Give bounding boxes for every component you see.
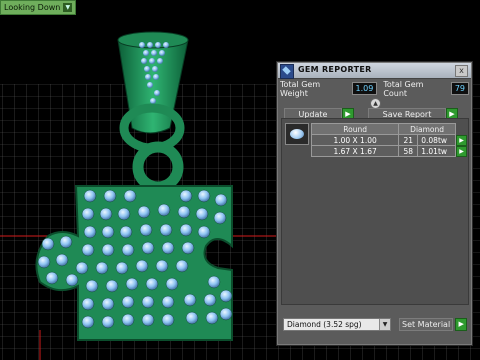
row-arrow-icon[interactable]: ▶ [456,134,467,146]
chevron-down-icon: ▼ [379,319,390,330]
material-row: Diamond (3.52 spg) ▼ Set Material ▶ [283,318,469,331]
close-button[interactable]: x [455,65,468,77]
gem-weight-cell: 1.01tw [417,145,456,157]
panel-title: GEM REPORTER [298,65,372,74]
total-gem-weight-label: Total Gem Weight [280,79,321,98]
total-gem-weight-value: 1.09 [351,82,378,95]
total-gem-count-value: 79 [450,82,469,95]
table-row[interactable]: 1.67 X 1.67 58 1.01tw ▶ [310,145,468,157]
material-select-value: Diamond (3.52 spg) [287,320,362,329]
gem-reporter-panel: GEM REPORTER x Total Gem Weight 1.09 Tot… [276,61,473,346]
row-arrow-icon[interactable]: ▶ [456,145,467,157]
close-icon: x [459,66,464,75]
set-material-button[interactable]: Set Material [399,318,454,331]
gem-table: Round Diamond 1.00 X 1.00 21 0.08tw ▶ 1.… [310,123,468,157]
total-gem-count-label: Total Gem Count [383,79,424,98]
table-row[interactable]: 1.00 X 1.00 21 0.08tw ▶ [310,134,468,146]
gem-size-cell: 1.67 X 1.67 [310,145,400,157]
gem-table-area: Round Diamond 1.00 X 1.00 21 0.08tw ▶ 1.… [281,118,469,305]
gem-count-cell: 21 [398,134,419,146]
table-header-row: Round Diamond [310,123,468,135]
material-select[interactable]: Diamond (3.52 spg) ▼ [283,318,391,331]
gem-weight-cell: 0.08tw [417,134,456,146]
set-material-arrow-icon[interactable]: ▶ [455,318,468,331]
column-header-diamond: Diamond [398,123,456,135]
gem-reporter-icon [280,64,294,79]
gem-count-cell: 58 [398,145,419,157]
gem-size-cell: 1.00 X 1.00 [310,134,400,146]
totals-row: Total Gem Weight 1.09 Total Gem Count 79 [280,79,469,98]
panel-titlebar[interactable]: GEM REPORTER x [278,63,471,79]
column-header-round: Round [310,123,400,135]
round-diamond-icon[interactable] [285,123,309,145]
